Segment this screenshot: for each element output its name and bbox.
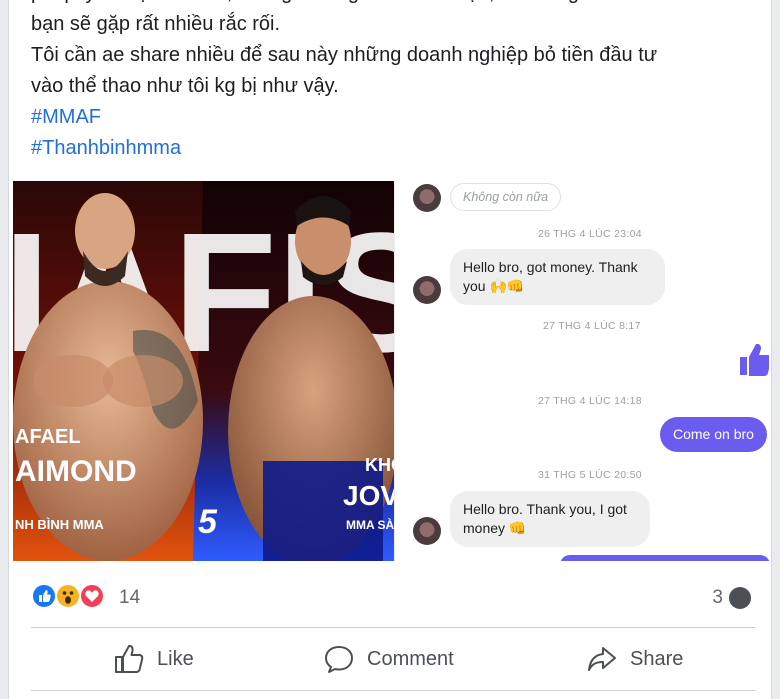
- divider: [31, 627, 755, 628]
- post-card: pháp lý về sự cam kết, không nên nghe lờ…: [8, 0, 772, 699]
- share-arrow-icon: [588, 647, 616, 671]
- left-fighter-first: AFAEL: [15, 426, 81, 448]
- comment-count[interactable]: 3: [712, 587, 723, 609]
- outgoing-message-bubble: Come on bro: [660, 417, 767, 452]
- outgoing-message-bubble-partial: [560, 555, 769, 561]
- love-reaction-icon: [79, 583, 105, 609]
- share-button[interactable]: Share: [586, 630, 683, 688]
- like-reaction-icon: [31, 583, 57, 609]
- post-line: bạn sẽ gặp rất nhiều rắc rối.: [31, 13, 281, 35]
- incoming-message-bubble: Hello bro. Thank you, I got money 👊: [450, 491, 650, 547]
- hashtag-link-mmaf[interactable]: #MMAF: [31, 102, 766, 133]
- chat-timestamp: 26 THG 4 LÚC 23:04: [538, 228, 642, 240]
- post-line: vào thể thao như tôi kg bị như vậy.: [31, 75, 339, 97]
- fight-poster-image[interactable]: IAFIS AFAEL AIMOND NH BÌNH MMA KHO: [13, 181, 394, 561]
- like-label: Like: [157, 647, 194, 670]
- incoming-message-bubble: Hello bro, got money. Thank you 🙌👊: [450, 249, 665, 305]
- divider: [31, 690, 755, 691]
- post-stats: 14 3: [9, 575, 773, 620]
- hashtag-link-thanhbinhmma[interactable]: #Thanhbinhmma: [31, 133, 766, 164]
- sender-avatar: [413, 517, 441, 545]
- reaction-count[interactable]: 14: [119, 587, 140, 609]
- wow-reaction-icon: [55, 583, 81, 609]
- left-fighter-team: NH BÌNH MMA: [15, 517, 104, 532]
- comment-label: Comment: [367, 647, 454, 670]
- action-bar: Like Comment Share: [31, 630, 755, 688]
- chat-screenshot: Không còn nữa 26 THG 4 LÚC 23:04 Hello b…: [394, 181, 769, 561]
- right-fighter-team: MMA SÀ: [346, 517, 394, 532]
- thumbs-up-icon: [115, 644, 144, 673]
- event-number: 5: [198, 503, 218, 541]
- comment-icon: [325, 646, 353, 673]
- sender-avatar: [413, 184, 441, 212]
- chat-timestamp: 31 THG 5 LÚC 20:50: [538, 469, 642, 481]
- like-button[interactable]: Like: [113, 630, 194, 688]
- comment-button[interactable]: Comment: [323, 630, 454, 688]
- share-label: Share: [630, 647, 684, 670]
- unsent-message-pill: Không còn nữa: [450, 183, 562, 211]
- thumbs-up-sticker-icon: [740, 343, 769, 376]
- chat-timestamp: 27 THG 4 LÚC 8:17: [543, 320, 641, 332]
- post-line: Tôi cần ae share nhiều để sau này những …: [31, 44, 658, 66]
- sender-avatar: [413, 276, 441, 304]
- post-cut-line: pháp lý về sự cam kết, không nên nghe lờ…: [31, 0, 766, 9]
- fight-poster-art: IAFIS AFAEL AIMOND NH BÌNH MMA KHO: [13, 181, 394, 561]
- right-fighter-last: JOVID: [343, 480, 394, 511]
- right-fighter-first: KHO: [365, 455, 394, 475]
- chat-timestamp: 27 THG 4 LÚC 14:18: [538, 395, 642, 407]
- post-media[interactable]: IAFIS AFAEL AIMOND NH BÌNH MMA KHO: [13, 181, 773, 561]
- post-body: pháp lý về sự cam kết, không nên nghe lờ…: [31, 0, 766, 164]
- left-fighter-last: AIMOND: [15, 455, 137, 488]
- comment-bubble-icon: [729, 587, 751, 609]
